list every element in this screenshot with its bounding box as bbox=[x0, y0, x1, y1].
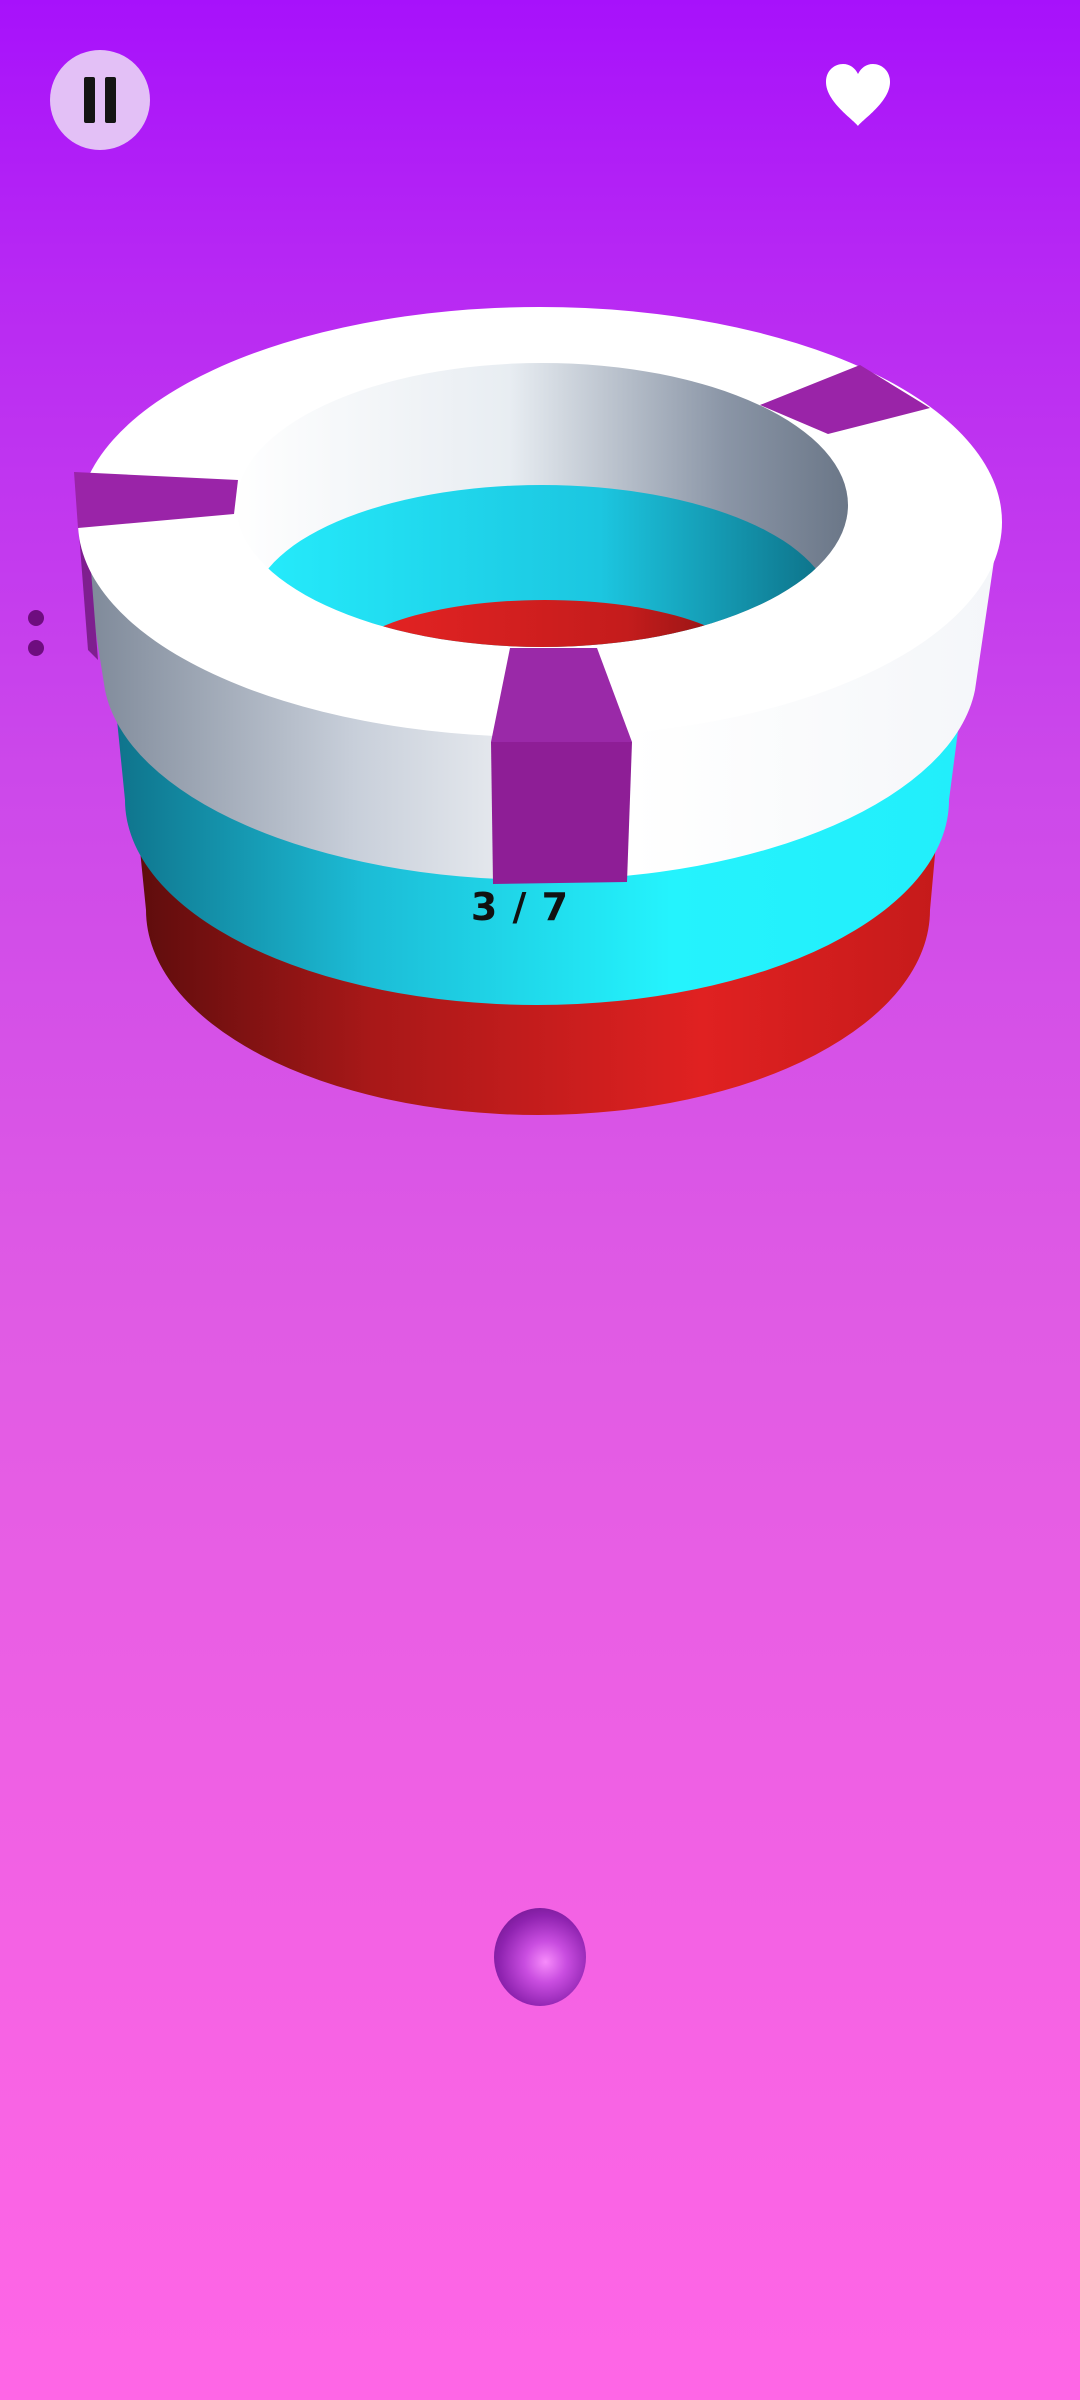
tower bbox=[74, 307, 1002, 1115]
game-screen[interactable]: 3 / 7 bbox=[0, 0, 1080, 2400]
ball-icon[interactable] bbox=[494, 1908, 586, 2006]
level-progress: 3 / 7 bbox=[470, 885, 570, 929]
obstacle-block-front bbox=[491, 742, 632, 884]
